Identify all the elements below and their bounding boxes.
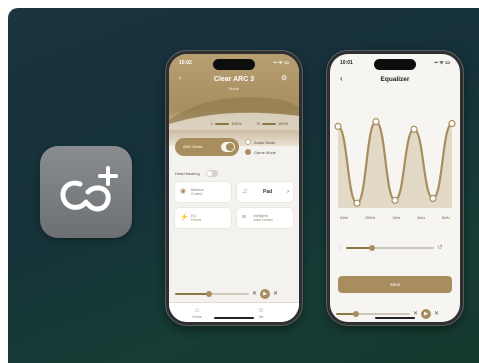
status-time: 10:02 xyxy=(179,60,192,66)
status-icons: ▪▪ ᯤ ▭ xyxy=(434,60,450,66)
close-icon[interactable]: ✕ xyxy=(273,290,278,298)
freq-label: 8kHz xyxy=(442,216,450,220)
volume-knob[interactable] xyxy=(353,311,359,317)
eq-band-handle[interactable] xyxy=(334,122,342,130)
sliders-icon: ⚡ xyxy=(180,214,189,221)
app-icon[interactable] xyxy=(40,146,132,238)
eq-band-handle[interactable] xyxy=(372,118,380,126)
status-icons: ▪▪ ᯤ ▭ xyxy=(273,60,289,66)
home-indicator xyxy=(375,317,415,319)
battery-left-bar xyxy=(215,122,230,125)
volume-fill xyxy=(175,293,209,295)
bars-icon: ≡ xyxy=(242,214,247,221)
phone-mockup-home: 10:02 ▪▪ ᯤ ▭ ‹ Clear ARC 3 Mode ⚙ L 100% xyxy=(165,50,303,326)
head-tracking-toggle[interactable] xyxy=(205,170,218,177)
volume-slider[interactable] xyxy=(336,311,410,317)
equalizer-screen: 10:01 ▪▪ ᯤ ▭ ‹ Equalizer 64Hz 250Hz 1kHz… xyxy=(330,54,460,322)
eq-band-handle[interactable] xyxy=(391,196,399,204)
freq-label: 1kHz xyxy=(392,216,401,220)
status-time: 10:01 xyxy=(340,60,353,66)
game-mode-radio[interactable] xyxy=(245,149,251,155)
anc-toggle[interactable] xyxy=(221,142,235,152)
battery-right: R 100% xyxy=(257,121,289,126)
mini-player: ✕ ▶ ✕ xyxy=(175,288,293,300)
tab-home[interactable]: ⌂ Home xyxy=(187,306,207,319)
head-tracking-label: Head tracking xyxy=(175,171,200,176)
eq-curve-line xyxy=(336,120,454,205)
home-icon: ⌂ xyxy=(194,307,200,314)
chevron-right-icon: › xyxy=(287,189,289,195)
audio-mode-radio[interactable] xyxy=(245,139,251,145)
anc-label: ANC Mode xyxy=(183,144,203,149)
anc-row: ANC Mode Audio Mode Game Mode xyxy=(175,138,293,160)
freq-label: 64Hz xyxy=(340,216,349,220)
frequency-labels: 64Hz 250Hz 1kHz 4kHz 8kHz xyxy=(340,216,450,220)
game-mode-option[interactable]: Game Mode xyxy=(245,149,276,155)
tab-bar: ⌂ Home ☺ Me xyxy=(169,302,299,322)
volume-slider[interactable] xyxy=(175,291,249,297)
volume-knob[interactable] xyxy=(206,291,212,297)
speaker-icon: ◉ xyxy=(180,188,187,195)
tile-pad[interactable]: ♫ Pad › xyxy=(237,182,293,202)
home-screen: 10:02 ▪▪ ᯤ ▭ ‹ Clear ARC 3 Mode ⚙ L 100% xyxy=(169,54,299,322)
dynamic-island xyxy=(213,59,255,70)
home-indicator xyxy=(214,317,254,319)
link-plus-icon xyxy=(60,166,118,212)
tile-voice-control[interactable]: ≡ Intelligent voice control xyxy=(237,208,293,228)
freq-label: 4kHz xyxy=(417,216,426,220)
dynamic-island xyxy=(374,59,416,70)
preset-knob[interactable] xyxy=(368,245,375,251)
battery-right-bar xyxy=(261,122,276,125)
eq-band-handle[interactable] xyxy=(410,125,418,133)
audio-mode-option[interactable]: Audio Mode xyxy=(245,139,275,145)
eq-curve[interactable] xyxy=(330,104,460,214)
prev-icon[interactable]: ✕ xyxy=(252,290,257,298)
tile-balance-control[interactable]: ◉ Balance Control xyxy=(175,182,231,202)
eq-band-handle[interactable] xyxy=(429,194,437,203)
user-icon: ☺ xyxy=(257,307,265,314)
eq-curve-fill xyxy=(338,121,452,208)
battery-left: L 100% xyxy=(211,121,242,126)
equalizer-title: Equalizer xyxy=(380,76,410,83)
reset-icon[interactable]: ↺ xyxy=(438,244,443,252)
device-title: Clear ARC 3 xyxy=(213,76,255,83)
headphone-icon: ♫ xyxy=(242,188,248,195)
close-icon[interactable]: ✕ xyxy=(434,310,439,318)
tab-me[interactable]: ☺ Me xyxy=(251,306,271,319)
preset-fill xyxy=(345,247,372,249)
showcase-card: 10:02 ▪▪ ᯤ ▭ ‹ Clear ARC 3 Mode ⚙ L 100% xyxy=(8,8,479,363)
freq-label: 250Hz xyxy=(365,216,376,220)
eq-band-handle[interactable] xyxy=(448,119,456,128)
anc-mode-pill[interactable]: ANC Mode xyxy=(175,138,239,156)
preset-slider[interactable] xyxy=(345,245,434,251)
play-button[interactable]: ▶ xyxy=(260,289,271,299)
headset-icon: ◌ xyxy=(338,245,342,251)
settings-gear-icon[interactable]: ⚙ xyxy=(281,75,289,83)
save-button[interactable]: Save xyxy=(338,276,452,293)
preset-slider-row: ◌ ↺ xyxy=(338,244,452,252)
tile-eq-preset[interactable]: ⚡ EQ Preset xyxy=(175,208,231,228)
eq-band-handle[interactable] xyxy=(353,199,361,207)
phone-mockup-equalizer: 10:01 ▪▪ ᯤ ▭ ‹ Equalizer 64Hz 250Hz 1kHz… xyxy=(326,50,464,326)
head-tracking-row: Head tracking xyxy=(175,170,218,177)
play-button[interactable]: ▶ xyxy=(421,309,432,319)
